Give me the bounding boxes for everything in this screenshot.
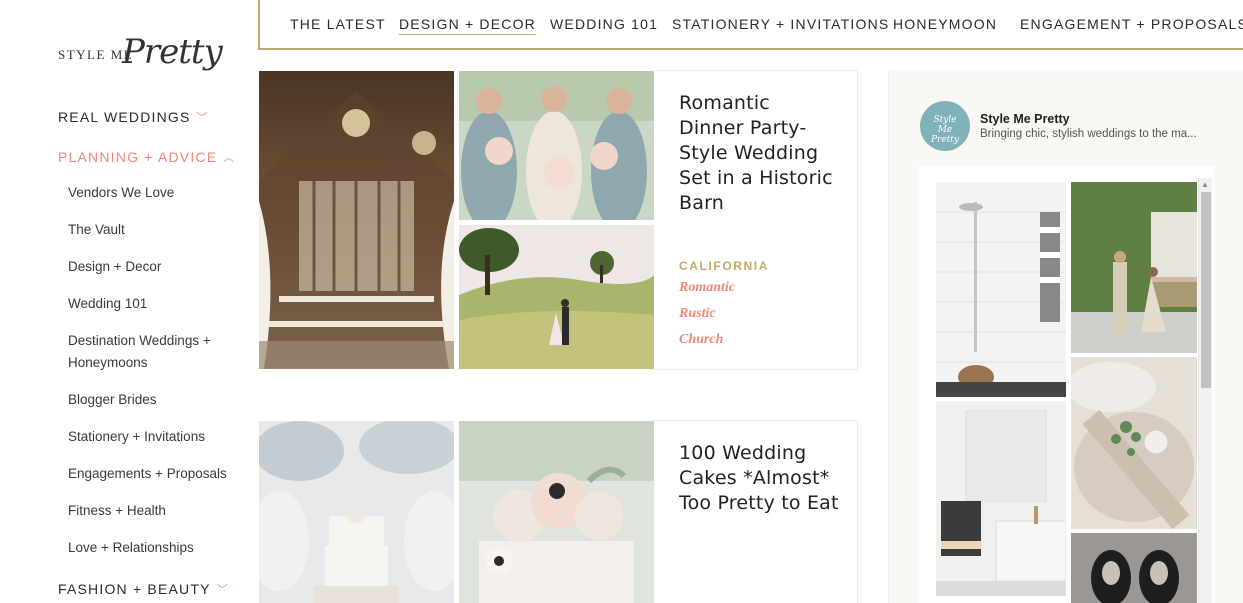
post-title[interactable]: Romantic Dinner Party-Style Wedding Set … [679, 91, 839, 216]
chevron-down-icon: ﹀ [216, 584, 229, 596]
sidebar-subitem-wedding-101[interactable]: Wedding 101 [68, 293, 248, 315]
tab-design-decor[interactable]: DESIGN + DECOR [399, 16, 536, 35]
sidebar-subitem-destination[interactable]: Destination Weddings + Honeymoons [68, 330, 248, 374]
sidebar-subitem-vendors[interactable]: Vendors We Love [68, 182, 248, 204]
sidebar-subitem-fitness[interactable]: Fitness + Health [68, 500, 248, 522]
post-tag-rustic[interactable]: Rustic [679, 306, 716, 322]
post-title[interactable]: 100 Wedding Cakes *Almost* Too Pretty to… [679, 441, 839, 516]
post-photo-cake-closeup[interactable] [459, 421, 654, 603]
tab-engagement-proposals[interactable]: ENGAGEMENT + PROPOSALS [1020, 16, 1243, 32]
post-card-2[interactable]: 100 Wedding Cakes *Almost* Too Pretty to… [654, 420, 858, 603]
sidebar: STYLE ME Pretty REAL WEDDINGS ﹀ PLANNING … [0, 0, 258, 603]
widget-profile-description: Bringing chic, stylish weddings to the m… [980, 128, 1197, 140]
post-tag-romantic[interactable]: Romantic [679, 280, 735, 296]
post-photo-bridesmaids[interactable] [459, 71, 654, 220]
post-photo-couple-field[interactable] [459, 225, 654, 369]
chevron-up-icon: ︿ [223, 152, 236, 164]
logo-script-text: Pretty [122, 32, 223, 72]
pin-bathroom[interactable] [936, 401, 1066, 596]
avatar-text: Style Me Pretty [930, 115, 959, 145]
sidebar-item-planning-advice[interactable]: PLANNING + ADVICE ︿ [58, 149, 235, 165]
chevron-down-icon: ﹀ [196, 112, 209, 124]
post-photo-cake-table[interactable] [259, 421, 454, 603]
pin-board-scrollbar[interactable]: ▲ [1198, 178, 1212, 603]
tab-stationery-invitations[interactable]: STATIONERY + INVITATIONS [672, 16, 889, 32]
sidebar-item-label: PLANNING + ADVICE [58, 149, 218, 165]
tab-wedding-101[interactable]: WEDDING 101 [550, 16, 658, 32]
sidebar-subitem-vault[interactable]: The Vault [68, 219, 248, 241]
sidebar-item-label: REAL WEDDINGS [58, 109, 191, 125]
top-navigation: THE LATEST DESIGN + DECOR WEDDING 101 ST… [258, 0, 1243, 50]
widget-profile-name[interactable]: Style Me Pretty [980, 112, 1070, 126]
sidebar-item-label: FASHION + BEAUTY [58, 581, 211, 597]
pin-board: ▲ [919, 166, 1214, 603]
sidebar-subitem-stationery[interactable]: Stationery + Invitations [68, 426, 248, 448]
sidebar-subitem-love[interactable]: Love + Relationships [68, 537, 248, 559]
sidebar-subitem-engagements[interactable]: Engagements + Proposals [68, 463, 248, 485]
sidebar-item-fashion-beauty[interactable]: FASHION + BEAUTY ﹀ [58, 581, 229, 597]
post-tag-church[interactable]: Church [679, 332, 723, 348]
tab-the-latest[interactable]: THE LATEST [290, 16, 386, 32]
arrow-up-icon[interactable]: ▲ [1201, 180, 1209, 189]
post-card-1[interactable]: Romantic Dinner Party-Style Wedding Set … [654, 70, 858, 370]
sidebar-subitem-blogger-brides[interactable]: Blogger Brides [68, 389, 248, 411]
sidebar-item-real-weddings[interactable]: REAL WEDDINGS ﹀ [58, 109, 209, 125]
pin-place-setting[interactable] [1071, 357, 1197, 529]
post-photo-barn[interactable] [259, 71, 454, 369]
sidebar-subitem-design-decor[interactable]: Design + Decor [68, 256, 248, 278]
pinterest-widget: Style Me Pretty Style Me Pretty Bringing… [888, 70, 1243, 603]
post-location[interactable]: CALIFORNIA [679, 259, 769, 273]
site-logo[interactable]: STYLE ME Pretty [58, 32, 223, 78]
tab-honeymoon[interactable]: HONEYMOON [893, 16, 997, 32]
avatar[interactable]: Style Me Pretty [920, 101, 970, 151]
pin-shoes[interactable] [1071, 533, 1197, 603]
pin-shower[interactable] [936, 182, 1066, 397]
scrollbar-thumb[interactable] [1201, 192, 1211, 388]
pin-couple-garden[interactable] [1071, 182, 1197, 353]
